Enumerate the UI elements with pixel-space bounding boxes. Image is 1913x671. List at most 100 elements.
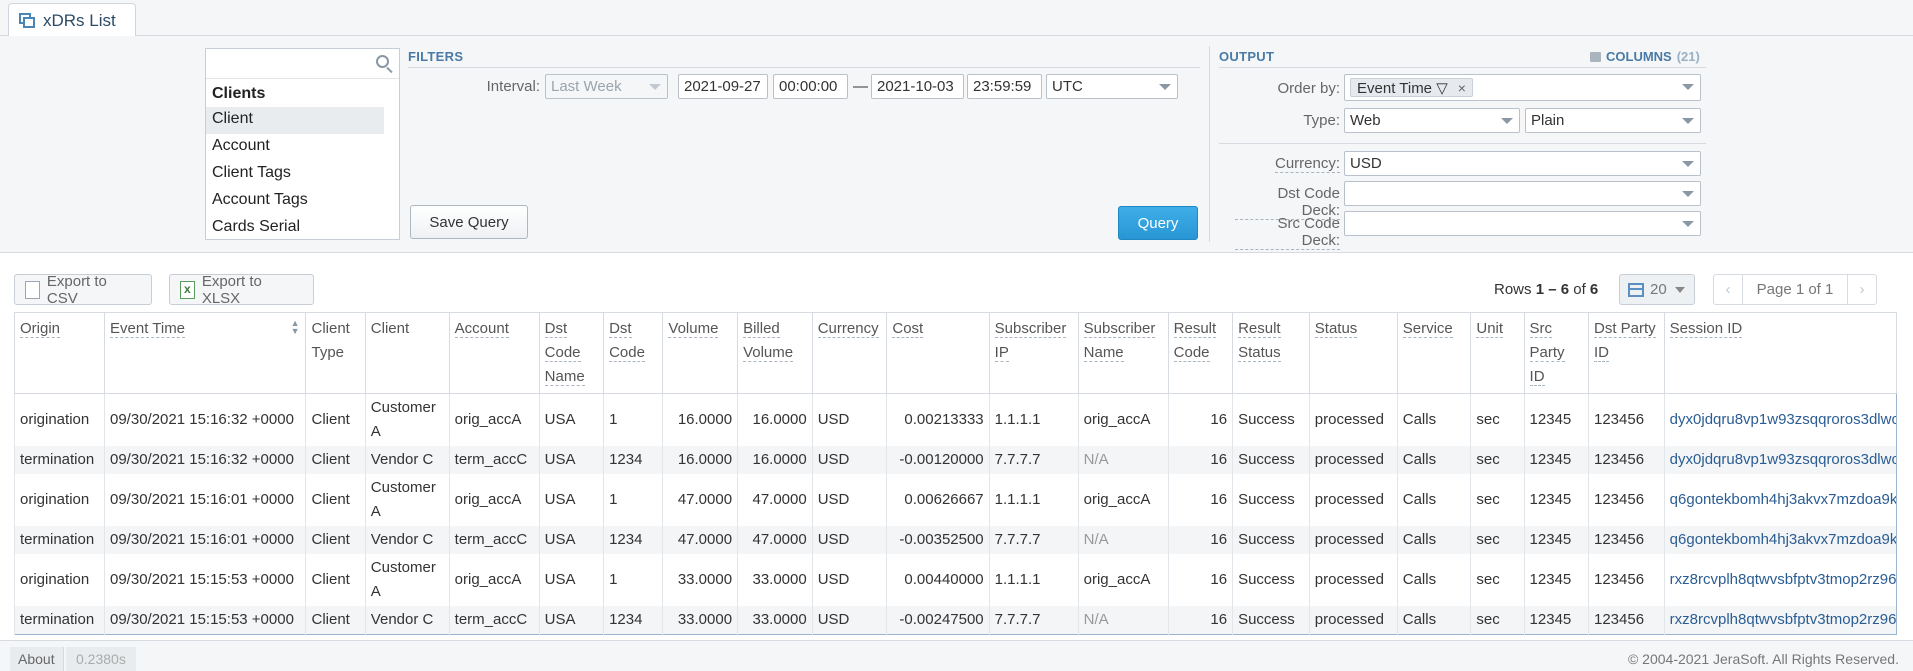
session-id-cell[interactable]: rxz8rcvplh8qtwvsbfptv3tmop2rz96h	[1663, 554, 1897, 606]
cost-cell: 0.00626667	[886, 474, 990, 526]
column-header[interactable]: Currency	[811, 312, 888, 394]
column-header[interactable]: Dst Party ID	[1587, 312, 1665, 394]
type-select[interactable]: Web	[1344, 108, 1520, 133]
remove-icon[interactable]: ×	[1458, 80, 1466, 96]
table-row[interactable]: origination 09/30/2021 15:15:53 +0000 Clie…	[14, 554, 1897, 606]
column-header[interactable]: Account	[448, 312, 540, 394]
search-icon[interactable]	[376, 55, 389, 68]
dst-party-id-cell: 123456	[1587, 446, 1665, 474]
column-header[interactable]: Event Time ▲ ▼	[103, 312, 307, 394]
tab-xdrs-list[interactable]: xDRs List	[8, 3, 136, 37]
timezone-select[interactable]: UTC	[1046, 74, 1178, 99]
format-select[interactable]: Plain	[1525, 108, 1701, 133]
order-by-chip: Event Time ▽ ×	[1350, 78, 1473, 97]
client-cell: Vendor C	[364, 446, 450, 474]
column-header[interactable]: Cost	[886, 312, 990, 394]
order-by-chip-label: Event Time ▽	[1357, 79, 1448, 97]
dst-party-id-cell: 123456	[1587, 393, 1665, 446]
currency-cell: USD	[811, 606, 887, 635]
currency-label: Currency:	[1275, 155, 1341, 173]
per-page-select[interactable]: 20	[1619, 274, 1695, 305]
origin-cell: termination	[14, 606, 105, 635]
currency-select[interactable]: USD	[1344, 151, 1701, 176]
column-header[interactable]: Subscriber Name	[1077, 312, 1169, 394]
subscriber-ip-cell: 7.7.7.7	[988, 446, 1079, 474]
picker-item-client[interactable]: Client	[206, 107, 384, 134]
column-header[interactable]: Result Status	[1232, 312, 1310, 394]
table-row[interactable]: termination 09/30/2021 15:16:01 +0000 Clie…	[14, 526, 1897, 554]
pager: ‹ Page 1 of 1 ›	[1713, 274, 1877, 305]
format-value: Plain	[1531, 112, 1565, 129]
origin-cell: origination	[14, 474, 105, 526]
picker-item-client-tags[interactable]: Client Tags	[206, 161, 399, 188]
table-icon	[1628, 282, 1644, 297]
column-header[interactable]: Volume	[662, 312, 739, 394]
service-cell: Calls	[1396, 393, 1471, 446]
table-row[interactable]: origination 09/30/2021 15:16:32 +0000 Clie…	[14, 393, 1897, 446]
picker-item-cards-serial[interactable]: Cards Serial	[206, 215, 399, 239]
export-xlsx-button[interactable]: Export to XLSX	[169, 273, 314, 307]
export-csv-button[interactable]: Export to CSV	[14, 273, 152, 307]
status-cell: processed	[1308, 393, 1398, 446]
column-header[interactable]: Client	[364, 312, 450, 394]
dst-party-id-cell: 123456	[1587, 554, 1665, 606]
column-header[interactable]: Result Code	[1167, 312, 1234, 394]
volume-cell: 47.0000	[662, 474, 738, 526]
column-header[interactable]: Unit	[1470, 312, 1525, 394]
subscriber-ip-cell: 1.1.1.1	[988, 393, 1079, 446]
column-header[interactable]: Billed Volume	[737, 312, 813, 394]
range-dash: —	[853, 78, 868, 95]
timezone-value: UTC	[1052, 78, 1083, 95]
column-header[interactable]: Src Party ID	[1523, 312, 1589, 394]
picker-item-account-tags[interactable]: Account Tags	[206, 188, 399, 215]
column-header[interactable]: Origin	[14, 312, 105, 394]
subscriber-name-cell: orig_accA	[1077, 393, 1169, 446]
column-header[interactable]: Session ID	[1663, 312, 1898, 394]
currency-cell: USD	[811, 393, 887, 446]
order-by-select[interactable]: Event Time ▽ ×	[1344, 74, 1701, 101]
column-header[interactable]: Dst Code	[603, 312, 664, 394]
column-header[interactable]: Status	[1308, 312, 1398, 394]
event-time-cell: 09/30/2021 15:16:32 +0000	[103, 393, 306, 446]
column-header[interactable]: Dst Code Name	[538, 312, 605, 394]
picker-item-account[interactable]: Account	[206, 134, 399, 161]
prev-page-button[interactable]: ‹	[1714, 281, 1742, 298]
status-cell: processed	[1308, 554, 1398, 606]
columns-icon	[1590, 51, 1601, 62]
dst-code-cell: 1234	[603, 526, 663, 554]
picker-search-input[interactable]	[212, 49, 372, 77]
date-from-input[interactable]: 2021-09-27	[678, 74, 768, 99]
session-id-cell[interactable]: dyx0jdqru8vp1w93zsqqroros3dlwoz9	[1663, 393, 1897, 446]
about-link[interactable]: About	[10, 647, 64, 671]
save-query-button[interactable]: Save Query	[410, 205, 528, 239]
service-cell: Calls	[1396, 446, 1471, 474]
dst-code-cell: 1234	[603, 446, 663, 474]
currency-cell: USD	[811, 554, 887, 606]
unit-cell: sec	[1470, 393, 1525, 446]
time-to-input[interactable]: 23:59:59	[967, 74, 1042, 99]
next-page-button[interactable]: ›	[1848, 281, 1876, 298]
table-row[interactable]: origination 09/30/2021 15:16:01 +0000 Clie…	[14, 474, 1897, 526]
query-button[interactable]: Query	[1118, 206, 1198, 240]
table-row[interactable]: termination 09/30/2021 15:16:32 +0000 Clie…	[14, 446, 1897, 474]
session-id-cell[interactable]: rxz8rcvplh8qtwvsbfptv3tmop2rz96h	[1663, 606, 1897, 635]
result-status-cell: Success	[1232, 606, 1310, 635]
result-code-cell: 16	[1167, 474, 1233, 526]
table-row[interactable]: termination 09/30/2021 15:15:53 +0000 Clie…	[14, 606, 1897, 635]
dst-code-name-cell: USA	[538, 393, 604, 446]
date-to-input[interactable]: 2021-10-03	[871, 74, 964, 99]
column-header[interactable]: Subscriber IP	[988, 312, 1079, 394]
session-id-cell[interactable]: dyx0jdqru8vp1w93zsqqroros3dlwoz9	[1663, 446, 1897, 474]
session-id-cell[interactable]: q6gontekbomh4hj3akvx7mzdoa9kuzdq	[1663, 526, 1897, 554]
column-header[interactable]: Service	[1396, 312, 1472, 394]
dst-code-deck-select[interactable]	[1344, 181, 1701, 206]
column-header[interactable]: Client Type	[305, 312, 366, 394]
src-code-deck-select[interactable]	[1344, 211, 1701, 236]
time-from-input[interactable]: 00:00:00	[773, 74, 848, 99]
client-cell: Vendor C	[364, 606, 450, 635]
columns-link[interactable]: COLUMNS (21)	[1590, 49, 1700, 64]
session-id-cell[interactable]: q6gontekbomh4hj3akvx7mzdoa9kuzdq	[1663, 474, 1897, 526]
interval-select[interactable]: Last Week	[545, 74, 668, 99]
currency-cell: USD	[811, 446, 887, 474]
client-cell: Vendor C	[364, 526, 450, 554]
